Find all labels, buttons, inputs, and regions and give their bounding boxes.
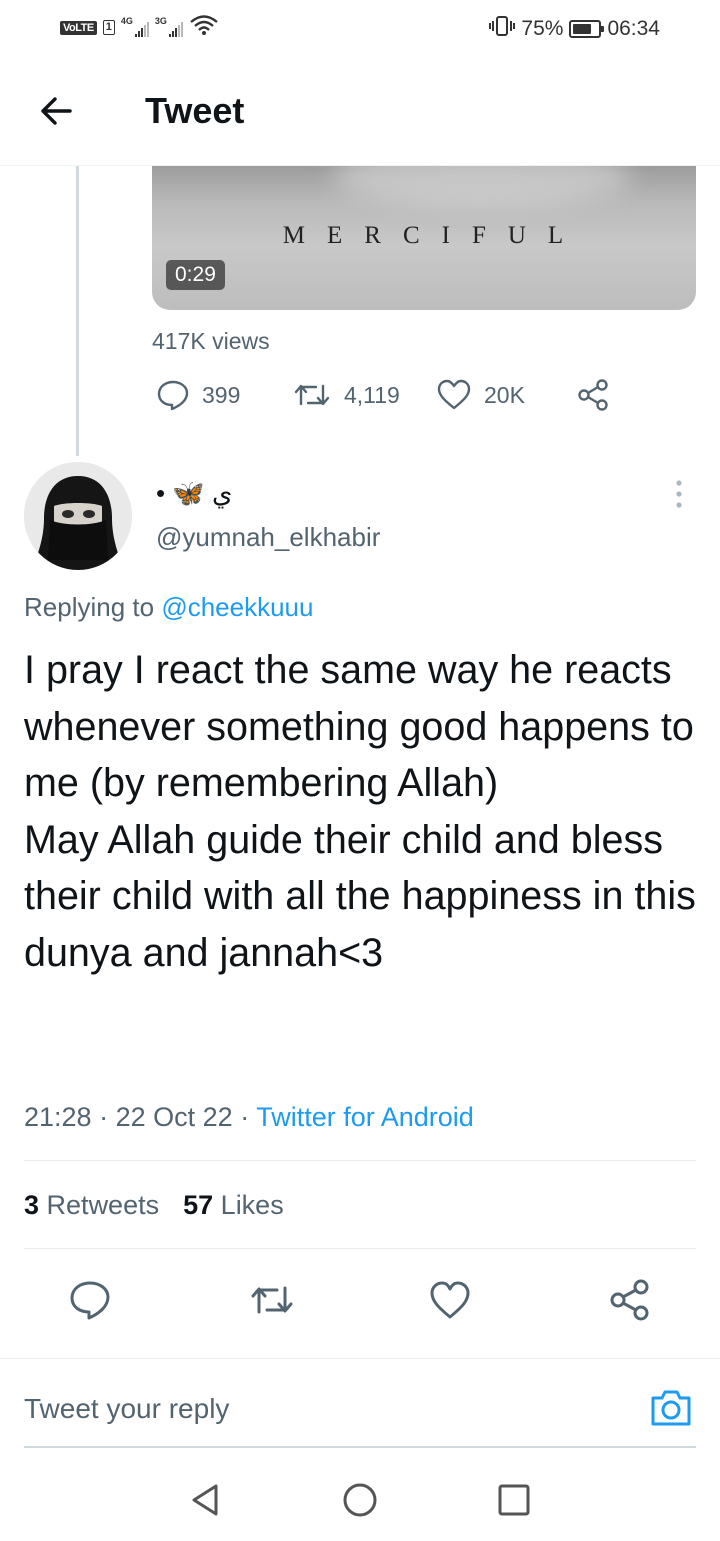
nav-back-button[interactable]: [186, 1480, 226, 1520]
heart-icon: [437, 379, 471, 410]
vibrate-icon: [489, 14, 516, 44]
net2-label: 3G: [154, 15, 167, 26]
retweet-icon: [251, 1286, 293, 1314]
parent-reply-count: 399: [202, 381, 241, 408]
username[interactable]: @yumnah_elkhabir: [156, 522, 380, 553]
tweet-text: I pray I react the same way he reacts wh…: [24, 648, 696, 975]
like-button[interactable]: [428, 1278, 472, 1322]
tweet-actions: [0, 1270, 720, 1330]
parent-like-count: 20K: [484, 381, 525, 408]
system-nav-bar: [0, 1460, 720, 1541]
app-header: Tweet: [0, 56, 720, 166]
camera-icon: [651, 1390, 691, 1426]
nav-recents-button[interactable]: [494, 1480, 534, 1520]
video-frame-highlight: [332, 166, 632, 206]
battery-percent: 75%: [521, 17, 564, 40]
retweet-button[interactable]: [248, 1278, 293, 1322]
triangle-back-icon: [192, 1484, 218, 1516]
video-caption: MERCIFUL: [282, 222, 586, 249]
share-button[interactable]: [608, 1278, 652, 1322]
wifi-icon: [189, 14, 219, 41]
replying-to-handle[interactable]: @cheekkuuu: [161, 592, 313, 622]
retweets-stat[interactable]: 3 Retweets: [24, 1190, 159, 1221]
camera-button[interactable]: [648, 1385, 694, 1431]
nav-home-button[interactable]: [340, 1480, 380, 1520]
parent-share-button[interactable]: [576, 378, 610, 412]
parent-reply-button[interactable]: 399: [156, 378, 240, 412]
tweet-time: 21:28: [24, 1102, 92, 1132]
share-icon: [610, 1279, 649, 1321]
status-bar-left: VoLTE 1 4G 3G: [60, 14, 219, 41]
divider: [24, 1160, 696, 1161]
retweets-label: Retweets: [46, 1190, 160, 1220]
status-bar-right: 75% 06:34: [489, 14, 660, 44]
heart-icon: [430, 1281, 470, 1319]
likes-label: Likes: [220, 1190, 284, 1220]
retweet-icon: [294, 384, 330, 406]
tweet-date: 22 Oct 22: [115, 1102, 233, 1132]
likes-count: 57: [183, 1190, 214, 1220]
retweets-count: 3: [24, 1190, 40, 1220]
parent-retweet-count: 4,119: [344, 381, 400, 408]
view-count: 417K views: [152, 328, 270, 354]
volte-badge: VoLTE: [60, 20, 97, 35]
avatar[interactable]: [24, 462, 132, 570]
signal-4g-icon: 4G: [120, 15, 149, 37]
clock: 06:34: [607, 17, 660, 40]
arrow-left-icon: [41, 97, 72, 125]
replying-to: Replying to @cheekkuuu: [24, 592, 313, 623]
reply-input[interactable]: Tweet your reply: [24, 1393, 229, 1425]
meta-separator: ·: [99, 1102, 109, 1132]
video-player[interactable]: MERCIFUL 0:29: [152, 166, 696, 310]
tweet-stats: 3 Retweets 57 Likes: [24, 1190, 284, 1221]
parent-retweet-button[interactable]: 4,119: [292, 378, 400, 412]
battery-icon: [569, 20, 605, 38]
parent-like-button[interactable]: 20K: [436, 378, 525, 412]
speech-bubble-icon: [157, 380, 189, 411]
display-name[interactable]: • 🦋 ي: [156, 478, 232, 509]
signal-3g-icon: 3G: [154, 15, 183, 37]
meta-separator: ·: [240, 1102, 250, 1132]
sim1-badge: 1: [102, 20, 115, 35]
square-recents-icon: [498, 1484, 530, 1516]
page-title: Tweet: [145, 90, 245, 131]
replying-to-label: Replying to: [24, 592, 155, 622]
reply-underline: [24, 1446, 696, 1448]
reply-button[interactable]: [68, 1278, 112, 1322]
reply-composer: Tweet your reply: [0, 1358, 720, 1448]
parent-tweet-actions: 399 4,119 20K: [152, 378, 622, 418]
share-icon: [578, 379, 608, 411]
divider: [24, 1248, 696, 1249]
more-vertical-icon: [676, 480, 682, 508]
back-button[interactable]: [36, 91, 76, 131]
tweet-meta: 21:28 · 22 Oct 22 · Twitter for Android: [24, 1102, 474, 1133]
more-options-button[interactable]: [664, 478, 694, 510]
circle-home-icon: [343, 1483, 377, 1517]
likes-stat[interactable]: 57 Likes: [183, 1190, 284, 1221]
speech-bubble-icon: [70, 1281, 110, 1320]
net1-label: 4G: [120, 15, 133, 26]
video-duration-badge: 0:29: [166, 260, 225, 290]
thread-line: [76, 166, 79, 456]
tweet-source[interactable]: Twitter for Android: [256, 1102, 474, 1132]
status-bar: VoLTE 1 4G 3G 75% 06:34: [0, 0, 720, 56]
